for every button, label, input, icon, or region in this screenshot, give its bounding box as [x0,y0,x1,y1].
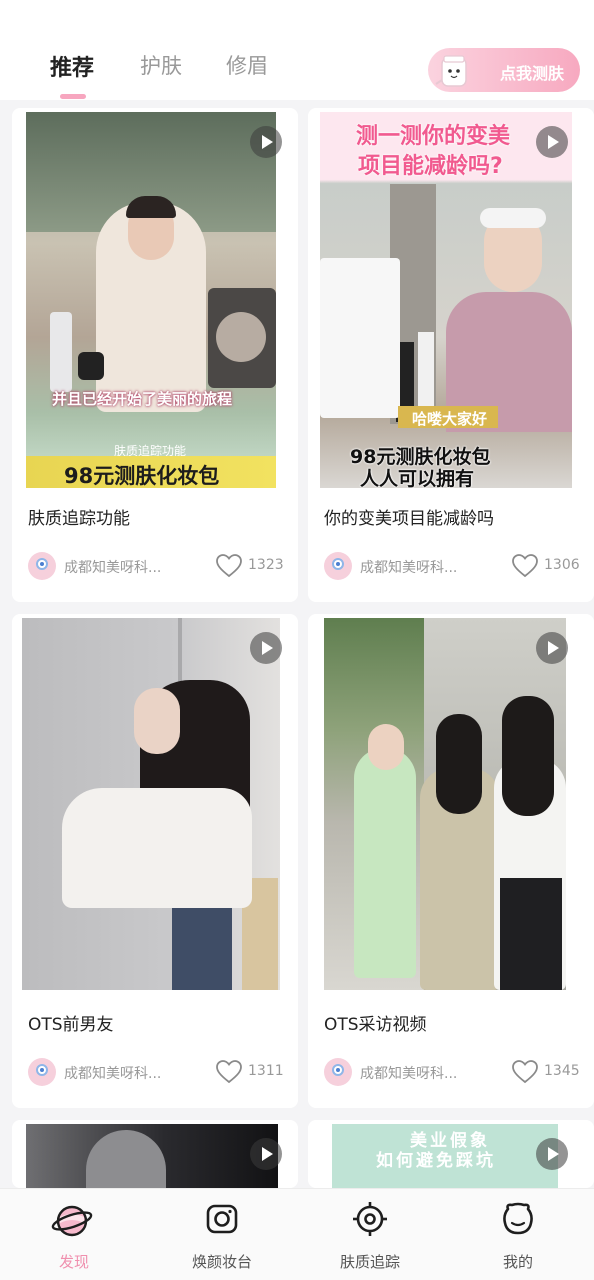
nav-label: 肤质追踪 [339,1253,400,1271]
author-name[interactable]: 成都知美呀科... [64,557,161,577]
author-avatar[interactable] [28,552,56,580]
thumbnail-headband [480,208,546,228]
video-thumbnail[interactable]: 测一测你的变美 项目能减龄吗? 哈喽大家好 98元测肤化妆包 人人可以拥有 [320,112,572,488]
video-card[interactable] [12,1120,298,1188]
overlay-caption: 项目能减龄吗? [358,154,503,179]
card-title[interactable]: OTS采访视频 [324,1010,427,1035]
tab-eyebrow[interactable]: 修眉 [226,50,268,80]
thumbnail-bag-decor [216,312,266,362]
like-count: 1311 [248,1063,284,1079]
thumbnail-lamp [320,258,400,418]
heart-icon[interactable] [216,1060,242,1084]
thumbnail-hair [436,714,482,814]
nav-makeup-station[interactable]: 焕颜妆台 [148,1189,296,1280]
nav-skin-tracking[interactable]: 肤质追踪 [296,1189,444,1280]
video-card[interactable]: 美业假象 如何避免踩坑 [308,1120,594,1188]
tab-skincare[interactable]: 护肤 [140,50,182,80]
top-header: 推荐 护肤 修眉 点我测肤 [0,0,594,100]
video-thumbnail[interactable] [26,1124,278,1188]
thumbnail-jeans [172,908,232,990]
card-title[interactable]: 肤质追踪功能 [28,504,130,529]
video-thumbnail[interactable]: 美业假象 如何避免踩坑 [332,1124,558,1188]
thumbnail-pants [500,878,562,990]
thumbnail-bottle [50,312,72,392]
author-name[interactable]: 成都知美呀科... [360,557,457,577]
nav-profile[interactable]: 我的 [444,1189,592,1280]
like-count: 1323 [248,557,284,573]
skin-test-label: 点我测肤 [499,64,564,83]
author-avatar[interactable] [324,1058,352,1086]
overlay-caption: 哈喽大家好 [412,410,488,428]
author-avatar[interactable] [324,552,352,580]
card-title[interactable]: OTS前男友 [28,1010,114,1035]
heart-icon[interactable] [512,1060,538,1084]
author-name[interactable]: 成都知美呀科... [360,1063,457,1083]
author-avatar[interactable] [28,1058,56,1086]
bottom-navigation: 发现 焕颜妆台 肤质追踪 我的 [0,1188,594,1280]
thumbnail-shirt [62,788,252,908]
thumbnail-hair [502,696,554,816]
overlay-caption: 并且已经开始了美丽的旅程 [52,390,233,408]
play-icon[interactable] [250,126,282,158]
card-title[interactable]: 你的变美项目能减龄吗 [324,504,494,529]
video-thumbnail[interactable] [22,618,280,990]
video-card[interactable]: 测一测你的变美 项目能减龄吗? 哈喽大家好 98元测肤化妆包 人人可以拥有 你的… [308,108,594,602]
thumbnail-face [368,724,404,770]
heart-icon[interactable] [216,554,242,578]
overlay-caption: 98元测肤化妆包 [64,464,220,488]
nav-discover[interactable]: 发现 [0,1189,148,1280]
planet-icon [51,1205,93,1237]
thumbnail-jar [78,352,104,380]
play-icon[interactable] [250,1138,282,1170]
like-count: 1306 [544,557,580,573]
nav-label: 焕颜妆台 [191,1253,252,1271]
thumbnail-face [134,688,180,754]
play-icon[interactable] [536,632,568,664]
author-name[interactable]: 成都知美呀科... [64,1063,161,1083]
video-thumbnail[interactable]: 并且已经开始了美丽的旅程 肤质追踪功能 98元测肤化妆包 [26,112,276,488]
tab-recommend[interactable]: 推荐 [50,50,94,82]
thumbnail-hair [126,196,176,218]
play-icon[interactable] [536,1138,568,1170]
play-icon[interactable] [536,126,568,158]
thumbnail-person [354,748,416,978]
video-card[interactable]: OTS采访视频 成都知美呀科... 1345 [308,614,594,1108]
target-icon [353,1202,387,1236]
skin-test-button[interactable]: 点我测肤 [428,48,580,92]
video-thumbnail[interactable] [324,618,566,990]
overlay-caption: 如何避免踩坑 [376,1151,496,1171]
profile-icon [503,1202,533,1235]
overlay-caption: 测一测你的变美 [356,124,511,149]
overlay-caption: 人人可以拥有 [360,468,475,488]
active-tab-indicator [60,94,86,99]
thumbnail-person [86,1130,166,1188]
video-card[interactable]: 并且已经开始了美丽的旅程 肤质追踪功能 98元测肤化妆包 肤质追踪功能 成都知美… [12,108,298,602]
heart-icon[interactable] [512,554,538,578]
like-count: 1345 [544,1063,580,1079]
video-card[interactable]: OTS前男友 成都知美呀科... 1311 [12,614,298,1108]
camera-icon [206,1204,238,1234]
mascot-icon [435,55,467,87]
nav-label: 我的 [502,1253,533,1271]
nav-label: 发现 [58,1253,89,1271]
play-icon[interactable] [250,632,282,664]
